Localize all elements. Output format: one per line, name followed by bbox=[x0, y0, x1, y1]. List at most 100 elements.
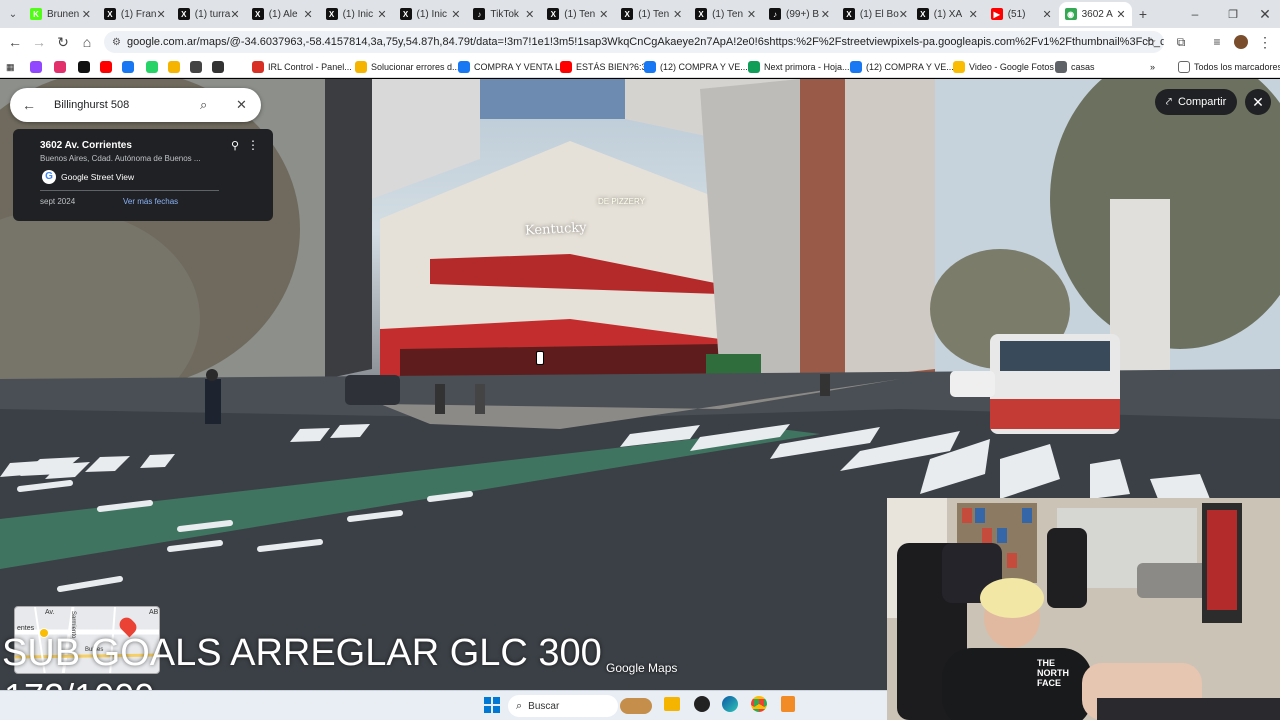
bookmark-item[interactable] bbox=[146, 59, 162, 75]
extensions-icon[interactable]: ⧉ bbox=[1172, 33, 1190, 51]
bookmark-item[interactable]: Solucionar errores d... bbox=[355, 59, 460, 75]
tab[interactable]: X (1) Ale ✕ bbox=[246, 2, 319, 26]
tab[interactable]: ♪ (99+) B ✕ bbox=[763, 2, 836, 26]
bookmark-favicon-icon bbox=[190, 61, 202, 73]
tab-close-icon[interactable]: ✕ bbox=[525, 8, 534, 21]
tab[interactable]: ♪ TikTok ✕ bbox=[467, 2, 540, 26]
bookmark-label: IRL Control - Panel... bbox=[268, 62, 352, 72]
bookmark-favicon-icon bbox=[458, 61, 470, 73]
tab-close-icon[interactable]: ✕ bbox=[156, 8, 165, 21]
bookmark-item[interactable] bbox=[122, 59, 138, 75]
app-icon[interactable] bbox=[694, 696, 710, 712]
tab[interactable]: X (1) Ten ✕ bbox=[615, 2, 688, 26]
bookmark-star-icon[interactable]: ☆ bbox=[1142, 33, 1160, 51]
tab-close-icon[interactable]: ✕ bbox=[451, 8, 460, 21]
tab-close-icon[interactable]: ✕ bbox=[969, 8, 978, 21]
tab[interactable]: X (1) turra ✕ bbox=[172, 2, 245, 26]
bookmark-favicon-icon bbox=[560, 61, 572, 73]
tab-close-icon[interactable]: ✕ bbox=[1042, 8, 1051, 21]
bookmark-item[interactable] bbox=[100, 59, 116, 75]
bookmark-label: COMPRA Y VENTA L... bbox=[474, 62, 568, 72]
bookmark-item[interactable] bbox=[30, 59, 46, 75]
tab-close-icon[interactable]: ✕ bbox=[899, 8, 908, 21]
bookmark-item[interactable]: Next primora - Hoja... bbox=[748, 59, 850, 75]
share-button[interactable]: ⤤ Compartir bbox=[1155, 89, 1237, 115]
avatar[interactable] bbox=[1232, 33, 1250, 51]
file-explorer-icon[interactable] bbox=[664, 697, 680, 711]
reload-icon[interactable]: ↻ bbox=[54, 33, 72, 51]
location-pin-icon[interactable]: ⚲ bbox=[231, 139, 239, 152]
all-bookmarks-button[interactable]: Todos los marcadores bbox=[1178, 59, 1280, 75]
search-icon[interactable]: ⌕ bbox=[200, 97, 207, 113]
url-field[interactable]: ⚙ google.com.ar/maps/@-34.6037963,-58.41… bbox=[104, 31, 1164, 53]
bookmark-item[interactable]: (12) COMPRA Y VE... bbox=[644, 59, 748, 75]
back-arrow-icon[interactable]: ← bbox=[22, 97, 36, 113]
bookmark-item[interactable] bbox=[54, 59, 70, 75]
tab-close-icon[interactable]: ✕ bbox=[377, 8, 386, 21]
bookmark-item[interactable]: casas bbox=[1055, 59, 1095, 75]
app-icon[interactable] bbox=[781, 696, 795, 712]
tab-close-icon[interactable]: ✕ bbox=[673, 8, 682, 21]
taskbar-search-box[interactable]: ⌕ Buscar bbox=[508, 695, 618, 717]
tab[interactable]: ◉ 3602 A ✕ bbox=[1058, 2, 1132, 26]
tab-close-icon[interactable]: ✕ bbox=[599, 8, 608, 21]
card-more-icon[interactable]: ⋮ bbox=[247, 138, 259, 152]
close-street-view-button[interactable]: ✕ bbox=[1245, 89, 1271, 115]
tab-close-icon[interactable]: ✕ bbox=[230, 8, 239, 21]
tab[interactable]: X (1) Fran ✕ bbox=[98, 2, 171, 26]
windows-start-icon[interactable] bbox=[484, 697, 500, 713]
tab[interactable]: K Brunen ✕ bbox=[24, 2, 97, 26]
tab[interactable]: X (1) Inic ✕ bbox=[394, 2, 467, 26]
google-g-icon: G bbox=[42, 170, 56, 184]
tab-favicon-icon: X bbox=[916, 8, 929, 20]
tab-close-icon[interactable]: ✕ bbox=[747, 8, 756, 21]
maps-search-box[interactable]: ← Billinghurst 508 ⌕ ✕ bbox=[10, 88, 261, 122]
restore-button[interactable]: ❐ bbox=[1224, 5, 1242, 23]
back-icon[interactable]: ← bbox=[6, 33, 24, 51]
apps-grid-icon[interactable]: ▦ bbox=[6, 59, 15, 75]
tab[interactable]: X (1) Inic ✕ bbox=[320, 2, 393, 26]
new-tab-button[interactable]: + bbox=[1134, 5, 1152, 23]
search-input[interactable]: Billinghurst 508 bbox=[54, 99, 129, 111]
tab-label: (1) Ten bbox=[712, 8, 744, 20]
bookmark-item[interactable] bbox=[212, 59, 228, 75]
tab-label: 3602 A bbox=[1081, 8, 1113, 20]
bookmark-item[interactable]: IRL Control - Panel... bbox=[252, 59, 352, 75]
edge-icon[interactable] bbox=[722, 696, 738, 712]
bookmark-item[interactable]: ESTÁS BIEN?6:33 bbox=[560, 59, 652, 75]
tab-close-icon[interactable]: ✕ bbox=[303, 8, 312, 21]
home-icon[interactable]: ⌂ bbox=[78, 33, 96, 51]
share-icon: ⤤ bbox=[1165, 95, 1172, 108]
chrome-icon[interactable] bbox=[751, 696, 767, 712]
minimize-button[interactable]: – bbox=[1186, 5, 1204, 23]
bookmark-item[interactable]: (12) COMPRA Y VE... bbox=[850, 59, 954, 75]
tab[interactable]: X (1) XA ✕ bbox=[911, 2, 984, 26]
tab[interactable]: ▶ (51) ✕ bbox=[985, 2, 1058, 26]
clear-search-icon[interactable]: ✕ bbox=[236, 97, 247, 113]
bookmark-item[interactable] bbox=[190, 59, 206, 75]
tab[interactable]: X (1) Ten ✕ bbox=[541, 2, 614, 26]
bookmarks-overflow-icon[interactable]: » bbox=[1150, 59, 1155, 75]
tab[interactable]: X (1) El Bo ✕ bbox=[837, 2, 910, 26]
tab-close-icon[interactable]: ✕ bbox=[82, 8, 91, 21]
tab-search-chevron-icon[interactable]: ⌄ bbox=[4, 5, 22, 23]
bookmark-item[interactable] bbox=[78, 59, 94, 75]
bookmark-item[interactable]: Video - Google Fotos bbox=[953, 59, 1054, 75]
widgets-icon[interactable] bbox=[620, 698, 652, 714]
see-more-dates-link[interactable]: Ver más fechas bbox=[123, 197, 178, 206]
menu-kebab-icon[interactable]: ⋮ bbox=[1256, 33, 1274, 51]
media-control-icon[interactable]: ≡ bbox=[1208, 33, 1226, 51]
all-bookmarks-label: Todos los marcadores bbox=[1194, 62, 1280, 72]
bookmark-label: casas bbox=[1071, 62, 1095, 72]
bookmark-item[interactable] bbox=[168, 59, 184, 75]
window-close-button[interactable]: ✕ bbox=[1256, 5, 1274, 23]
tab[interactable]: X (1) Ten ✕ bbox=[689, 2, 762, 26]
site-info-icon[interactable]: ⚙ bbox=[112, 37, 121, 48]
bookmark-item[interactable]: COMPRA Y VENTA L... bbox=[458, 59, 568, 75]
capture-date: sept 2024 bbox=[40, 197, 76, 206]
windows-taskbar: ⌕ Buscar bbox=[0, 690, 887, 720]
tab-close-icon[interactable]: ✕ bbox=[1116, 8, 1125, 21]
tab-close-icon[interactable]: ✕ bbox=[821, 8, 830, 21]
bookmark-favicon-icon bbox=[644, 61, 656, 73]
forward-icon[interactable]: → bbox=[30, 33, 48, 51]
